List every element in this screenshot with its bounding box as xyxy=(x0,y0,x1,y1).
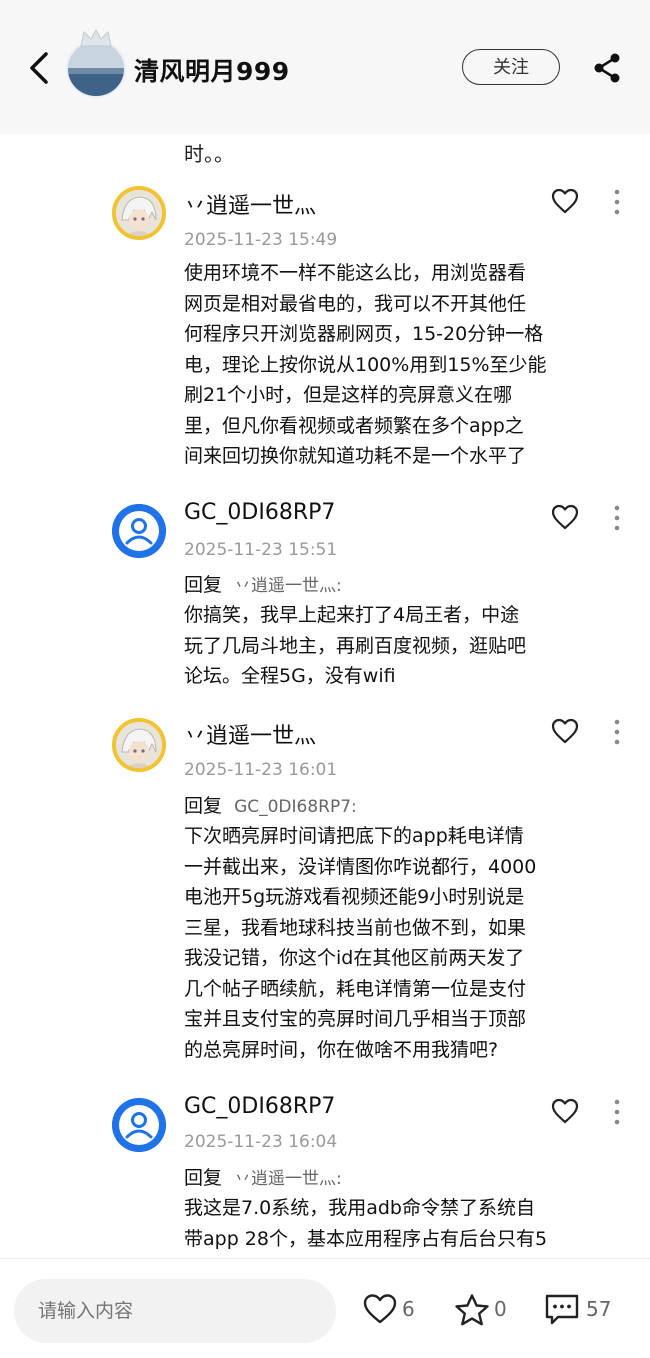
reply-target-name[interactable]: 丷逍遥一世灬: xyxy=(234,1169,342,1189)
comment-time: 2025-11-23 16:04 xyxy=(184,1132,338,1152)
follow-button[interactable]: 关注 xyxy=(462,49,560,85)
author-avatar[interactable] xyxy=(66,40,126,98)
comment-thread: 时。。 丷逍遥一世灬 2025-11-23 15:49 使用环境不一样不能这么比… xyxy=(0,134,650,1258)
previous-comment-text: 时。。 xyxy=(184,142,234,166)
reply-line: 回复 丷逍遥一世灬: xyxy=(184,570,342,597)
favorite-button[interactable]: 0 xyxy=(454,1293,510,1329)
comment-time: 2025-11-23 16:01 xyxy=(184,760,338,780)
anime-avatar-image xyxy=(116,722,162,768)
favorite-count: 0 xyxy=(494,1297,507,1321)
comment-line: 几个帖子晒续航，耗电详情第一位是支付 xyxy=(184,977,527,1000)
heart-outline-icon xyxy=(551,1098,579,1124)
share-icon xyxy=(594,53,620,83)
comment-line: 玩了几局斗地主，再刷百度视频，逛贴吧 xyxy=(184,634,527,657)
comment-icon xyxy=(545,1294,579,1325)
comment-more-button[interactable] xyxy=(609,718,625,746)
comment-line: 电池开5g玩游戏看视频还能9小时别说是 xyxy=(184,886,525,908)
commenter-name[interactable]: GC_0DI68RP7 xyxy=(184,500,335,525)
comment-line: 间来回切换你就知道功耗不是一个水平了 xyxy=(184,445,527,467)
comment-like-button[interactable] xyxy=(551,188,579,214)
like-button[interactable]: 6 xyxy=(362,1293,418,1329)
crown-icon xyxy=(80,28,112,47)
more-vertical-icon xyxy=(614,505,620,531)
anime-avatar-image xyxy=(116,190,162,236)
comment-line: 使用环境不一样不能这么比，用浏览器看 xyxy=(184,262,527,284)
commenter-avatar[interactable] xyxy=(112,504,166,558)
commenter-avatar[interactable] xyxy=(112,1098,166,1152)
comment-line: 下次晒亮屏时间请把底下的app耗电详情 xyxy=(184,825,524,847)
comment-line: 里，但凡你看视频或者频繁在多个app之 xyxy=(184,414,524,437)
comment-text: 使用环境不一样不能这么比，用浏览器看 网页是相对最省电的，我可以不开其他任 何程… xyxy=(184,258,584,472)
comment-line: 我没记错，你这个id在其他区前两天发了 xyxy=(184,947,525,969)
commenter-name[interactable]: 丷逍遥一世灬 xyxy=(184,718,316,750)
comment-line: 论坛。全程5G，没有wifi xyxy=(184,665,396,687)
comment-line: 宝并且支付宝的亮屏时间几乎相当于顶部 xyxy=(184,1008,527,1030)
comment-more-button[interactable] xyxy=(609,188,625,216)
comment-like-button[interactable] xyxy=(551,718,579,744)
comment-like-button[interactable] xyxy=(551,504,579,530)
comment-line: 三星，我看地球科技当前也做不到，如果 xyxy=(184,916,527,939)
reply-line: 回复 丷逍遥一世灬: xyxy=(184,1163,342,1190)
comment-line: 网页是相对最省电的，我可以不开其他任 xyxy=(184,292,527,315)
reply-line: 回复 GC_0DI68RP7: xyxy=(184,791,357,818)
default-user-icon xyxy=(112,1098,166,1152)
heart-icon xyxy=(363,1294,397,1324)
comment-time: 2025-11-23 15:51 xyxy=(184,540,338,560)
top-bar: 清风明月999 关注 xyxy=(0,0,650,134)
reply-label: 回复 xyxy=(184,574,223,596)
reply-label: 回复 xyxy=(184,1167,223,1189)
more-vertical-icon xyxy=(614,719,620,745)
comments-button[interactable]: 57 xyxy=(544,1293,618,1329)
reply-label: 回复 xyxy=(184,795,223,817)
comment-line: 刷21个小时，但是这样的亮屏意义在哪 xyxy=(184,384,513,406)
back-arrow-icon xyxy=(30,52,48,84)
comment-input[interactable] xyxy=(14,1279,336,1343)
author-avatar-image xyxy=(68,42,124,96)
comment-line: 何程序只开浏览器刷网页，15-20分钟一格 xyxy=(184,323,544,345)
comment-more-button[interactable] xyxy=(609,1098,625,1126)
more-vertical-icon xyxy=(614,1099,620,1125)
commenter-avatar[interactable] xyxy=(112,186,166,240)
comment-line: 的总亮屏时间，你在做啥不用我猜吧? xyxy=(184,1038,499,1061)
heart-outline-icon xyxy=(551,718,579,744)
commenter-avatar[interactable] xyxy=(112,718,166,772)
comment-text: 下次晒亮屏时间请把底下的app耗电详情 一并截出来，没详情图你咋说都行，4000… xyxy=(184,821,584,1065)
default-user-icon xyxy=(112,504,166,558)
comment-more-button[interactable] xyxy=(609,504,625,532)
heart-outline-icon xyxy=(551,188,579,214)
comment-line: 电，理论上按你说从100%用到15%至少能 xyxy=(184,353,547,376)
comment-count: 57 xyxy=(586,1297,612,1321)
more-vertical-icon xyxy=(614,189,620,215)
comment-text: 你搞笑，我早上起来打了4局王者，中途 玩了几局斗地主，再刷百度视频，逛贴吧 论坛… xyxy=(184,600,584,692)
reply-target-name[interactable]: GC_0DI68RP7: xyxy=(234,797,357,817)
share-button[interactable] xyxy=(590,52,624,84)
bottom-action-bar: 6 0 57 xyxy=(0,1258,650,1358)
comment-line: 带app 28个，基本应用程序占有后台只有5 xyxy=(184,1227,548,1250)
star-icon xyxy=(455,1294,489,1326)
like-count: 6 xyxy=(402,1297,415,1321)
comment-line: 我这是7.0系统，我用adb命令禁了系统自 xyxy=(184,1197,535,1219)
back-button[interactable] xyxy=(24,48,56,88)
comment-time: 2025-11-23 15:49 xyxy=(184,230,338,250)
reply-target-name[interactable]: 丷逍遥一世灬: xyxy=(234,576,342,596)
comment-like-button[interactable] xyxy=(551,1098,579,1124)
comment-text: 我这是7.0系统，我用adb命令禁了系统自 带app 28个，基本应用程序占有后… xyxy=(184,1193,584,1254)
comment-line: 你搞笑，我早上起来打了4局王者，中途 xyxy=(184,604,520,626)
author-name[interactable]: 清风明月999 xyxy=(134,52,290,88)
heart-outline-icon xyxy=(551,504,579,530)
commenter-name[interactable]: 丷逍遥一世灬 xyxy=(184,188,316,220)
comment-line: 一并截出来，没详情图你咋说都行，4000 xyxy=(184,855,537,878)
commenter-name[interactable]: GC_0DI68RP7 xyxy=(184,1094,335,1119)
